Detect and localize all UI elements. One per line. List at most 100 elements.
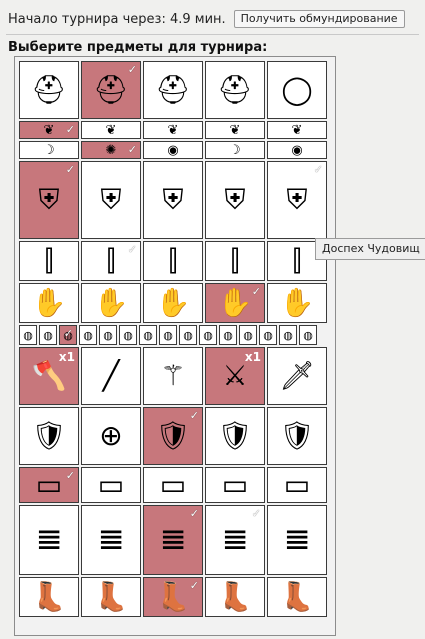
item-slot[interactable]: 👢 bbox=[19, 577, 79, 617]
earring-icon: ❦ bbox=[291, 122, 303, 138]
checkmark-icon: ✓ bbox=[127, 143, 137, 156]
item-slot[interactable]: ✺ ✓ bbox=[81, 141, 141, 159]
item-slot[interactable]: ◍ bbox=[259, 325, 277, 345]
item-slot[interactable]: 𝌆 bbox=[19, 505, 79, 575]
item-slot[interactable]: ◍ bbox=[239, 325, 257, 345]
item-slot[interactable]: ☽ bbox=[205, 141, 265, 159]
item-slot[interactable]: 🛡 ✓ bbox=[143, 407, 203, 465]
item-slot[interactable]: 🛡 bbox=[205, 407, 265, 465]
item-slot[interactable]: ⊕ bbox=[81, 407, 141, 465]
item-slot[interactable]: ⚚ bbox=[143, 347, 203, 405]
item-slot[interactable]: ✋ bbox=[81, 283, 141, 323]
item-slot[interactable]: ⛨ bbox=[205, 161, 265, 239]
item-slot[interactable]: ✋ bbox=[143, 283, 203, 323]
chest-armor-icon: ⛨ bbox=[224, 183, 246, 216]
item-slot[interactable]: ◍ bbox=[119, 325, 137, 345]
item-slot[interactable]: 𝌆 bbox=[267, 505, 327, 575]
amulet-icon: ◉ bbox=[167, 142, 179, 158]
ring-icon: ◍ bbox=[283, 328, 293, 342]
item-slot[interactable]: ▭ bbox=[143, 467, 203, 503]
item-row-armor: ⛨ ✓ ⛨ ⛨ ⛨ ⛨ ✓ bbox=[19, 161, 329, 239]
item-slot[interactable]: ◍ bbox=[79, 325, 97, 345]
item-slot[interactable]: ◍ bbox=[179, 325, 197, 345]
belt-icon: ▭ bbox=[221, 468, 249, 501]
ring-icon: ◍ bbox=[123, 328, 133, 342]
ring-icon: ◍ bbox=[183, 328, 193, 342]
item-rows: ⛑ ⛑ ✓ ⛑ ⛑ ◯ ❦ ✓ ❦ ❦ ❦ ❦ ☽ ✺ ✓ ◉ ☽ ◉ ⛨ ✓ ⛨ ⛨ ⛨ ⛨ ✓ ⫿ ⫿ ✓ ⫿ ⫿ ⫿ ✋ ✋ ✋ ✋ ✓ ✋ ◍ ◍ ◍… bbox=[19, 61, 331, 631]
item-slot[interactable]: ❦ bbox=[205, 121, 265, 139]
item-slot[interactable]: ◍ bbox=[219, 325, 237, 345]
bracers-icon: ⫿ bbox=[106, 244, 116, 277]
get-equipment-button[interactable]: Получить обмундирование bbox=[233, 10, 405, 28]
item-slot[interactable]: 🛡 bbox=[19, 407, 79, 465]
ring-icon: ◍ bbox=[243, 328, 253, 342]
item-slot[interactable]: ⛨ ✓ bbox=[267, 161, 327, 239]
item-slot[interactable]: ▭ bbox=[267, 467, 327, 503]
quantity-label: x1 bbox=[244, 350, 261, 364]
flail-icon: ⚚ bbox=[160, 359, 186, 392]
item-slot[interactable]: ◍ bbox=[99, 325, 117, 345]
item-slot[interactable]: ❦ ✓ bbox=[19, 121, 79, 139]
item-slot[interactable]: ⛑ bbox=[205, 61, 265, 119]
item-slot[interactable]: 🗡 bbox=[267, 347, 327, 405]
item-slot[interactable]: ⛨ bbox=[143, 161, 203, 239]
item-slot[interactable]: 𝌆 ✓ bbox=[143, 505, 203, 575]
item-slot[interactable]: ◍ bbox=[299, 325, 317, 345]
item-slot[interactable]: ⫿ bbox=[205, 241, 265, 281]
item-slot[interactable]: 👢 ✓ bbox=[143, 577, 203, 617]
item-slot[interactable]: ❦ bbox=[267, 121, 327, 139]
chest-armor-icon: ⛨ bbox=[286, 183, 308, 216]
item-row-earrings: ❦ ✓ ❦ ❦ ❦ ❦ bbox=[19, 121, 329, 139]
item-slot[interactable]: ✋ bbox=[19, 283, 79, 323]
item-slot[interactable]: ⫿ bbox=[143, 241, 203, 281]
item-slot[interactable]: ◍ bbox=[199, 325, 217, 345]
item-row-helmets: ⛑ ⛑ ✓ ⛑ ⛑ ◯ bbox=[19, 61, 329, 119]
item-slot[interactable]: ☽ bbox=[19, 141, 79, 159]
gloves-icon: ✋ bbox=[31, 286, 67, 319]
item-slot[interactable]: ◍ bbox=[159, 325, 177, 345]
item-slot[interactable]: ⛑ bbox=[19, 61, 79, 119]
item-slot[interactable]: 𝌆 bbox=[81, 505, 141, 575]
item-slot[interactable]: ⛨ bbox=[81, 161, 141, 239]
item-slot[interactable]: ▭ ✓ bbox=[19, 467, 79, 503]
divider bbox=[6, 34, 419, 35]
item-slot[interactable]: ⫿ bbox=[19, 241, 79, 281]
item-slot[interactable]: 👢 bbox=[267, 577, 327, 617]
item-slot[interactable]: ✋ ✓ bbox=[205, 283, 265, 323]
item-slot[interactable]: ❦ bbox=[143, 121, 203, 139]
staff-icon: ╱ bbox=[102, 359, 120, 392]
item-slot[interactable]: ❦ bbox=[81, 121, 141, 139]
item-slot[interactable]: ◉ bbox=[143, 141, 203, 159]
circlet-icon: ◯ bbox=[281, 73, 313, 106]
item-slot[interactable]: ⛑ bbox=[143, 61, 203, 119]
item-slot[interactable]: ⛨ ✓ bbox=[19, 161, 79, 239]
item-slot[interactable]: ╱ bbox=[81, 347, 141, 405]
item-slot[interactable]: ◍ ✓ bbox=[59, 325, 77, 345]
sword-icon: ⚔ bbox=[222, 359, 248, 392]
item-slot[interactable]: ⫿ ✓ bbox=[81, 241, 141, 281]
item-slot[interactable]: ▭ bbox=[205, 467, 265, 503]
item-slot[interactable]: 𝌆 ✓ bbox=[205, 505, 265, 575]
chest-armor-icon: ⛨ bbox=[38, 183, 60, 216]
item-slot[interactable]: 👢 bbox=[81, 577, 141, 617]
gloves-icon: ✋ bbox=[155, 286, 191, 319]
item-slot[interactable]: ▭ bbox=[81, 467, 141, 503]
item-slot[interactable]: 🛡 bbox=[267, 407, 327, 465]
item-slot[interactable]: ⚔ x1 bbox=[205, 347, 265, 405]
page-title: Выберите предметы для турнира: bbox=[8, 40, 268, 55]
item-slot[interactable]: ✋ bbox=[267, 283, 327, 323]
item-slot[interactable]: ⛑ ✓ bbox=[81, 61, 141, 119]
item-row-bracers: ⫿ ⫿ ✓ ⫿ ⫿ ⫿ bbox=[19, 241, 329, 281]
item-slot[interactable]: 👢 bbox=[205, 577, 265, 617]
item-slot[interactable]: 🪓 x1 bbox=[19, 347, 79, 405]
gloves-icon: ✋ bbox=[217, 286, 253, 319]
item-slot[interactable]: ◉ bbox=[267, 141, 327, 159]
item-row-weapons: 🪓 x1 ╱ ⚚ ⚔ x1 🗡 bbox=[19, 347, 329, 405]
shield-icon: 🛡 bbox=[155, 419, 191, 452]
item-slot[interactable]: ◍ bbox=[19, 325, 37, 345]
item-slot[interactable]: ◯ bbox=[267, 61, 327, 119]
item-slot[interactable]: ◍ bbox=[39, 325, 57, 345]
boots-icon: 👢 bbox=[155, 580, 191, 613]
item-slot[interactable]: ◍ bbox=[279, 325, 297, 345]
item-slot[interactable]: ◍ bbox=[139, 325, 157, 345]
